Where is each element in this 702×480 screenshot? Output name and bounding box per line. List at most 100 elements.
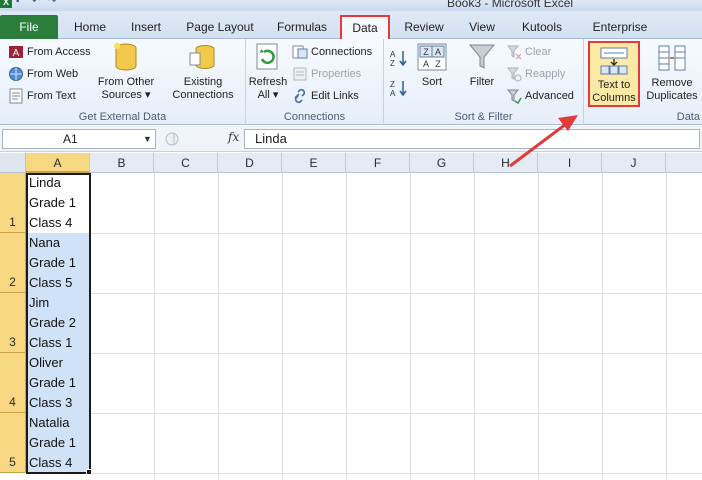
tab-review[interactable]: Review (396, 15, 452, 39)
edit-links-label: Edit Links (311, 89, 359, 102)
column-header-g[interactable]: G (410, 153, 474, 173)
existing-connections-label-2: Connections (172, 89, 234, 101)
existing-connections-button[interactable]: Existing Connections (166, 41, 240, 102)
cell-a1[interactable]: Linda Grade 1 Class 4 (26, 173, 90, 233)
cell-a2[interactable]: Nana Grade 1 Class 5 (26, 233, 90, 293)
text-to-columns-button[interactable]: Text to Columns (588, 41, 640, 107)
filter-funnel-icon (468, 44, 496, 69)
connections-button[interactable]: Connections (292, 43, 372, 61)
filter-button[interactable]: Filter (462, 41, 502, 89)
select-all-corner[interactable] (0, 153, 26, 173)
advanced-button[interactable]: Advanced (506, 87, 574, 105)
gridline (410, 173, 411, 480)
column-header-i[interactable]: I (538, 153, 602, 173)
gridline (26, 413, 702, 414)
tab-kutools[interactable]: Kutools (510, 15, 574, 39)
reapply-filter-icon (506, 67, 522, 82)
refresh-icon (256, 43, 278, 70)
from-web-button[interactable]: From Web (8, 65, 78, 83)
sort-az-icon[interactable]: AZ (390, 49, 408, 67)
row-header-4[interactable]: 4 (0, 353, 26, 413)
refresh-all-label-2: All ▾ (257, 89, 279, 101)
row-header-2[interactable]: 2 (0, 233, 26, 293)
insert-function-icon[interactable]: fx (228, 130, 239, 144)
group-data-tools: Text to Columns Remove Duplicates Data (584, 39, 702, 125)
column-header-k[interactable] (666, 153, 702, 173)
cell-line: Grade 1 (29, 195, 76, 210)
svg-text:Z: Z (423, 47, 429, 57)
from-other-sources-button[interactable]: From Other Sources ▾ (94, 41, 158, 102)
tab-view[interactable]: View (458, 15, 506, 39)
cell-a5[interactable]: Natalia Grade 1 Class 4 (26, 413, 90, 473)
title-bar: X ▪ ↶ ↷ Book3 - Microsoft Excel (0, 0, 702, 11)
fill-handle[interactable] (86, 469, 92, 475)
properties-label: Properties (311, 67, 362, 80)
sort-za-icon[interactable]: ZA (390, 79, 408, 97)
cell-line: Class 3 (29, 395, 73, 410)
tab-data[interactable]: Data (340, 15, 390, 40)
gridline (474, 173, 475, 480)
column-header-d[interactable]: D (218, 153, 282, 173)
reapply-button[interactable]: Reapply (506, 65, 565, 83)
from-text-button[interactable]: From Text (8, 87, 76, 105)
formula-input[interactable]: Linda (244, 129, 700, 149)
name-box[interactable]: A1 (2, 129, 156, 149)
tab-page-layout[interactable]: Page Layout (176, 15, 264, 39)
name-box-dropdown-icon[interactable]: ▼ (143, 134, 152, 144)
svg-text:A: A (390, 89, 396, 97)
worksheet-grid[interactable]: A B C D E F G H I J 1 2 3 4 5 Linda Grad… (0, 153, 702, 480)
svg-text:Z: Z (435, 59, 441, 69)
column-header-c[interactable]: C (154, 153, 218, 173)
column-header-e[interactable]: E (282, 153, 346, 173)
svg-text:A: A (435, 47, 441, 57)
properties-button[interactable]: Properties (292, 65, 361, 83)
tab-file[interactable]: File (0, 15, 58, 39)
tab-enterprise[interactable]: Enterprise (582, 15, 658, 39)
gridline (282, 173, 283, 480)
from-other-sources-label-2: Sources ▾ (101, 89, 151, 101)
sort-dialog-icon: Z AA Z (417, 43, 447, 71)
undo-icon[interactable]: ↶ (32, 0, 44, 7)
redo-icon[interactable]: ↷ (48, 0, 60, 7)
save-icon[interactable]: ▪ (16, 0, 28, 7)
svg-text:A: A (423, 59, 429, 69)
svg-text:Z: Z (390, 80, 395, 89)
remove-duplicates-button[interactable]: Remove Duplicates (644, 42, 700, 103)
group-label-sort-filter: Sort & Filter (454, 111, 513, 123)
tab-formulas[interactable]: Formulas (268, 15, 336, 39)
svg-text:Z: Z (390, 59, 395, 67)
edit-links-button[interactable]: Edit Links (292, 87, 359, 105)
cell-line: Class 4 (29, 455, 73, 470)
cell-a3[interactable]: Jim Grade 2 Class 1 (26, 293, 90, 353)
text-to-columns-label-1: Text to (597, 79, 631, 91)
tab-insert[interactable]: Insert (120, 15, 172, 39)
sort-button[interactable]: ZAAZ Sort (414, 41, 450, 89)
row-header-3[interactable]: 3 (0, 293, 26, 353)
column-header-a[interactable]: A (26, 153, 90, 173)
cell-line: Grade 1 (29, 435, 76, 450)
column-header-j[interactable]: J (602, 153, 666, 173)
column-header-f[interactable]: F (346, 153, 410, 173)
filter-label: Filter (469, 76, 495, 88)
column-header-b[interactable]: B (90, 153, 154, 173)
gridline (26, 293, 702, 294)
refresh-all-button[interactable]: Refresh All ▾ (248, 41, 288, 102)
group-label-get-external-data: Get External Data (78, 111, 167, 123)
ribbon-tab-row: File Home Insert Page Layout Formulas Da… (0, 11, 702, 40)
gridline (154, 173, 155, 480)
cell-line: Linda (29, 175, 61, 190)
window-title: Book3 - Microsoft Excel (447, 0, 574, 10)
connections-icon (292, 45, 308, 59)
row-header-1[interactable]: 1 (0, 173, 26, 233)
tab-home[interactable]: Home (62, 15, 118, 39)
text-file-icon (9, 88, 23, 104)
clear-button[interactable]: Clear (506, 43, 551, 61)
column-header-h[interactable]: H (474, 153, 538, 173)
cell-line: Class 4 (29, 215, 73, 230)
group-label-data-tools: Data (676, 111, 700, 123)
properties-icon (293, 67, 307, 81)
gridline (218, 173, 219, 480)
from-access-button[interactable]: A From Access (8, 43, 91, 61)
row-header-5[interactable]: 5 (0, 413, 26, 473)
cell-a4[interactable]: Oliver Grade 1 Class 3 (26, 353, 90, 413)
